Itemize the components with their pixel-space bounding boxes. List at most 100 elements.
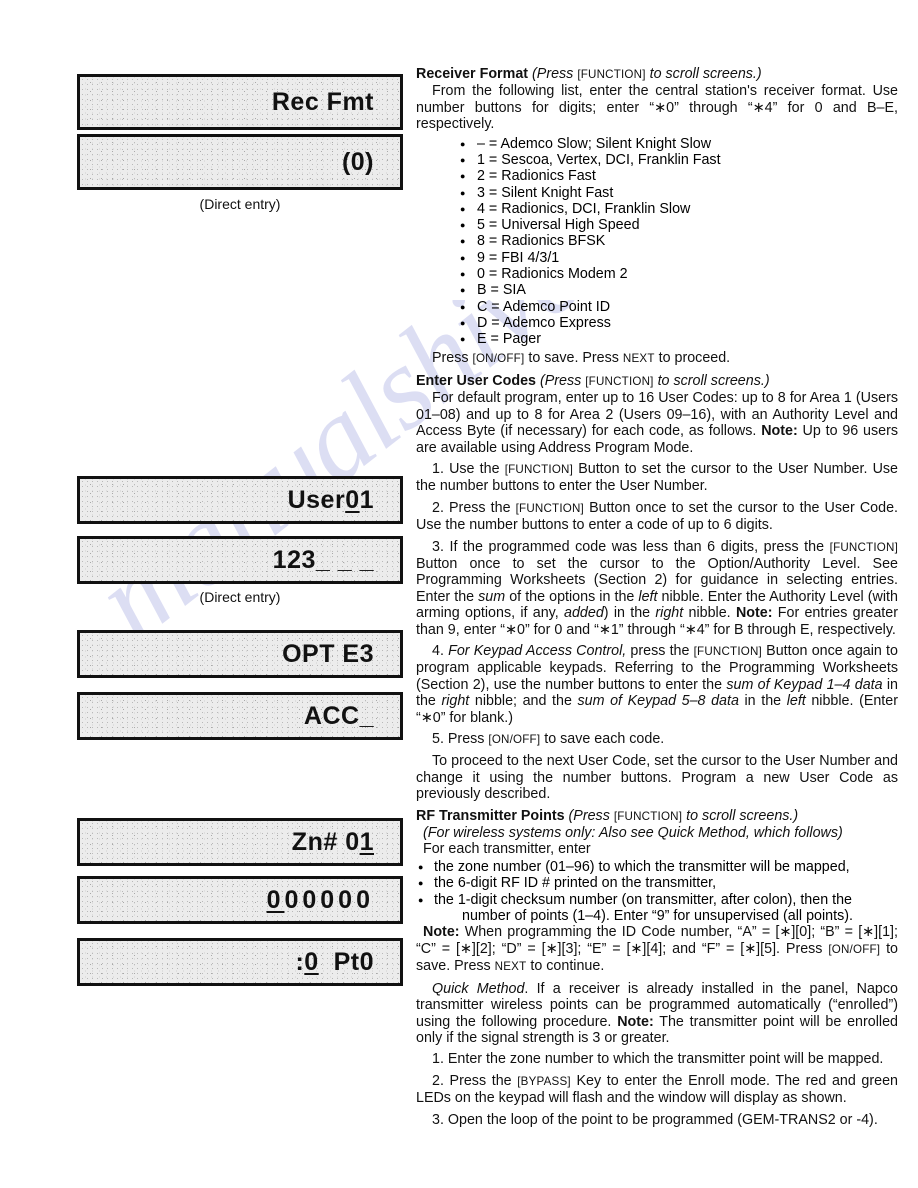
lcd-access-byte-text: ACC_ [303,701,374,730]
rf-note-key-next: NEXT [494,960,527,974]
user-codes-step-2: 2. Press the [FUNCTION] Button once to s… [416,500,898,534]
lcd-option-authority: OPT E3 [77,630,403,678]
lcd-rec-fmt-screen-text: Rec Fmt [271,87,374,116]
bullet3-main: the 1-digit checksum number (on transmit… [434,891,852,908]
receiver-format-heading: Receiver Format [416,66,529,82]
list-item: E = Pager [460,330,898,348]
step3-c: of the options in the [505,588,639,605]
section-heading-receiver-format: Receiver Format (Press [FUNCTION] to scr… [416,66,898,83]
quick-method-paragraph: Quick Method. If a receiver is already i… [416,981,898,1047]
step3-a: 3. If the programmed code was less than … [432,538,830,555]
list-item: 0 = Radionics Modem 2 [460,265,898,283]
rf-transmitter-note-key: [FUNCTION] [613,809,683,823]
rf-transmitter-bullets: the zone number (01–96) to which the tra… [416,858,898,925]
lcd-zone-number-text: Zn# 01 [291,827,374,856]
lcd-access-byte: ACC_ [77,692,403,740]
user-codes-step-1: 1. Use the [FUNCTION] Button to set the … [416,461,898,495]
quick-method-note-label: Note: [617,1013,654,1030]
list-item: 3 = Silent Knight Fast [460,183,898,201]
list-item: B = SIA [460,281,898,299]
rf-note-body: When programming the ID Code number, “A”… [416,924,898,957]
lcd-user-code-text: 123_ _ _ [272,545,374,574]
step4-italic-left: left [786,693,806,710]
user-codes-step-3: 3. If the programmed code was less than … [416,539,898,638]
rf-transmitter-note-pre: (Press [564,807,614,824]
receiver-format-intro: From the following list, enter the centr… [416,83,898,133]
step4-d: nibble; and the [469,693,578,710]
receiver-format-note-post: to scroll screens.) [645,66,762,82]
closing-b: to save. Press [524,350,623,367]
list-item: 4 = Radionics, DCI, Franklin Slow [460,200,898,218]
step3-italic-right: right [655,605,684,622]
lcd-option-authority-text: OPT E3 [282,639,374,668]
step2-a: 2. Press the [432,499,516,516]
step3-italic-added: added [564,605,604,622]
rf-transmitter-lead: For each transmitter, enter [423,841,591,858]
rf-note-label: Note: [423,924,460,941]
enter-user-codes-heading: Enter User Codes [416,372,536,389]
user-codes-default-paragraph: For default program, enter up to 16 User… [416,390,898,456]
enter-user-codes-note-pre: (Press [535,372,586,389]
step4-key-function: [FUNCTION] [693,644,762,658]
lcd-rf-id-code-text: 000000 [266,885,374,914]
lcd-checksum-points: :0 Pt0 [77,938,403,986]
step1-key-function: [FUNCTION] [504,462,574,476]
rf-transmitter-note-post: to scroll screens.) [682,807,799,824]
step4-italic-keypad58: sum of Keypad 5–8 data [577,693,739,710]
rf-transmitter-subnote: (For wireless systems only: Also see Qui… [423,825,843,842]
list-item: 2 = Radionics Fast [460,167,898,185]
quick-method-step-3: 3. Open the loop of the point to be prog… [432,1111,878,1128]
user-codes-closing: To proceed to the next User Code, set th… [416,753,898,803]
bullet3-continuation: number of points (1–4). Enter “9” for un… [462,908,853,925]
step4-e: in the [738,693,787,710]
section-heading-enter-user-codes: Enter User Codes (Press [FUNCTION] to sc… [416,373,898,390]
lcd-user-code: 123_ _ _ [77,536,403,584]
lcd-rec-fmt-value-text: (0) [341,147,374,176]
step3-note-label: Note: [735,605,773,622]
closing-key-next: NEXT [622,352,655,366]
rf-transmitter-note: Note: When programming the ID Code numbe… [416,924,898,975]
lcd-rf-id-code: 000000 [77,876,403,924]
closing-c: to proceed. [654,350,731,367]
rf-note-key-onoff: [ON/OFF] [828,942,881,956]
list-item: C = Ademco Point ID [460,298,898,316]
step3-italic-left: left [638,588,658,605]
quick-method-title: Quick Method [432,980,525,997]
instructions-column: Receiver Format (Press [FUNCTION] to scr… [416,66,898,1128]
list-item: 1 = Sescoa, Vertex, DCI, Franklin Fast [460,151,898,169]
lcd-checksum-points-text: :0 Pt0 [295,947,374,976]
lcd-illustration-column: Rec Fmt (0) (Direct entry) User01 123_ _… [0,0,410,1188]
receiver-format-note-key: [FUNCTION] [577,68,646,81]
receiver-format-note-pre: (Press [528,66,578,82]
manual-page: manualshive.com Rec Fmt (0) (Direct entr… [0,0,918,1188]
caption-direct-entry-user-code: (Direct entry) [199,589,281,605]
closing-key-onoff: [ON/OFF] [472,352,525,366]
step5-a: 5. Press [432,731,489,748]
step5-key-onoff: [ON/OFF] [488,733,541,747]
list-item: the 1-digit checksum number (on transmit… [418,891,898,925]
qstep2-a: 2. Press the [432,1072,518,1089]
receiver-format-list: – = Ademco Slow; Silent Knight Slow 1 = … [416,135,898,349]
step5-b: to save each code. [540,731,665,748]
list-item: the zone number (01–96) to which the tra… [418,858,898,876]
step4-italic-title: For Keypad Access Control, [448,642,627,659]
lcd-rec-fmt-value: (0) [77,134,403,190]
step3-italic-sum: sum [478,588,506,605]
step4-italic-right: right [441,693,470,710]
list-item: the 6-digit RF ID # printed on the trans… [418,874,898,892]
caption-direct-entry-rec-fmt: (Direct entry) [199,196,281,212]
lcd-rec-fmt-screen: Rec Fmt [77,74,403,130]
rf-note-tail-b: to continue. [526,958,605,975]
receiver-format-closing: Press [ON/OFF] to save. Press NEXT to pr… [416,350,898,367]
lcd-user-number: User01 [77,476,403,524]
step4-num: 4. [432,642,449,659]
step3-f: nibble. [683,605,736,622]
enter-user-codes-note-key: [FUNCTION] [585,374,654,388]
qstep2-key-bypass: [BYPASS] [517,1074,571,1088]
list-item: – = Ademco Slow; Silent Knight Slow [460,135,898,153]
rf-transmitter-heading: RF Transmitter Points [416,807,565,824]
step4-a: press the [626,642,694,659]
closing-a: Press [432,350,473,367]
lcd-zone-number: Zn# 01 [77,818,403,866]
section-heading-rf-transmitter-points: RF Transmitter Points (Press [FUNCTION] … [416,808,898,825]
